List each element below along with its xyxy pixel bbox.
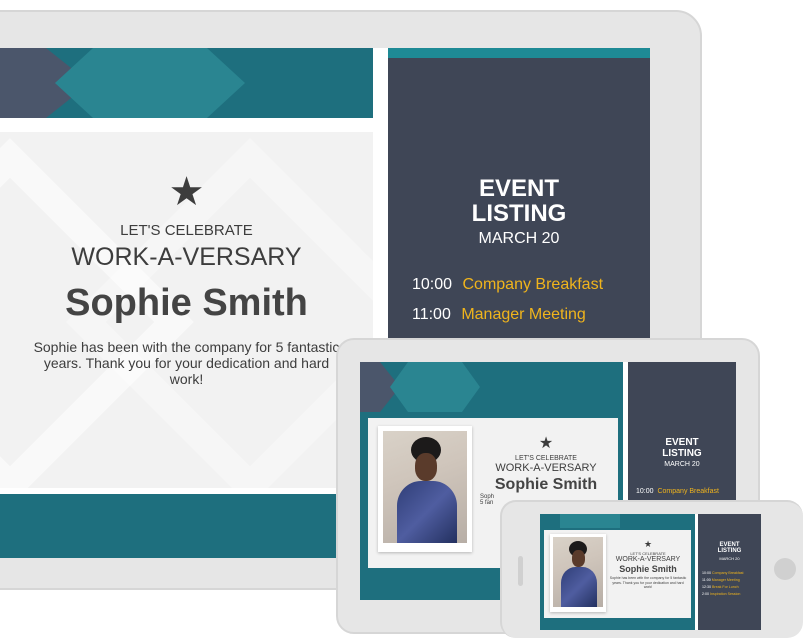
event-name: Break For Lunch [712, 584, 739, 589]
tablet-honoree-name: Sophie Smith [494, 476, 598, 493]
phone-event-list: 10:00 Company Breakfast 11:00 Manager Me… [702, 571, 761, 596]
tablet-kicker: LET'S CELEBRATE [515, 455, 577, 462]
honoree-photo [383, 431, 467, 543]
phone-honoree-name: Sophie Smith [619, 564, 677, 574]
phone-honoree-photo [553, 537, 603, 607]
phone-photo-frame [550, 534, 606, 612]
phone-home-button[interactable] [774, 558, 796, 580]
event-title-line1: EVENT [478, 175, 559, 202]
photo-face [415, 453, 437, 481]
event-name: Company Breakfast [462, 276, 604, 294]
photo-face [572, 550, 585, 567]
tablet-event-date: MARCH 20 [664, 461, 700, 468]
sidebar-accent-stripe [388, 48, 650, 58]
event-name: Manager Meeting [461, 306, 586, 324]
event-list: 10:00 Company Breakfast 11:00 Manager Me… [412, 276, 650, 324]
tablet-headline: WORK-A-VERSARY [495, 462, 597, 474]
celebrate-kicker: LET'S CELEBRATE [120, 222, 253, 239]
event-time: 10:00 [412, 276, 453, 294]
star-icon: ★ [643, 539, 653, 549]
photo-body [397, 481, 457, 543]
phone-headline: WORK-A-VERSARY [615, 556, 681, 563]
celebration-content: ★ LET'S CELEBRATE WORK-A-VERSARY Sophie … [20, 170, 353, 387]
phone-celebration-content: ★ LET'S CELEBRATE WORK-A-VERSARY Sophie … [608, 540, 688, 590]
tablet-event-title-line1: EVENT [665, 437, 699, 448]
tablet-event-item: 10:00 Company Breakfast [636, 488, 736, 495]
celebration-message: Sophie has been with the company for 5 f… [33, 339, 340, 387]
event-time: 11:00 [702, 577, 711, 582]
honoree-name: Sophie Smith [65, 282, 308, 324]
phone-event-item: 10:00 Company Breakfast [702, 571, 761, 575]
tablet-event-title-line2: LISTING [662, 447, 702, 459]
tablet-banner-shape-mid [390, 362, 480, 412]
phone-banner-shape [560, 514, 620, 528]
event-time: 12:30 [702, 584, 711, 589]
phone-speaker [518, 556, 523, 586]
photo-body [561, 567, 597, 607]
event-name: Manager Meeting [711, 577, 740, 582]
tablet-event-title: EVENT LISTING [628, 437, 736, 459]
phone-event-item: 11:00 Manager Meeting [702, 578, 761, 582]
workaversary-headline: WORK-A-VERSARY [71, 243, 302, 271]
event-time: 10:00 [702, 570, 711, 575]
phone-event-item: 12:30 Break For Lunch [702, 585, 761, 589]
phone-message: Sophie has been with the company for 5 f… [609, 576, 687, 589]
phone-device-screen: ★ LET'S CELEBRATE WORK-A-VERSARY Sophie … [540, 514, 761, 630]
star-icon: ★ [538, 435, 554, 452]
phone-event-sidebar: EVENT LISTING MARCH 20 10:00 Company Bre… [698, 514, 761, 630]
event-time: 10:00 [636, 488, 654, 495]
event-time: 11:00 [412, 306, 451, 324]
phone-event-date: MARCH 20 [719, 555, 740, 561]
event-name: Inspiration Session [710, 591, 741, 596]
phone-event-title-line2: LISTING [717, 548, 742, 555]
event-name: Company Breakfast [657, 488, 719, 495]
device-showcase: ★ LET'S CELEBRATE WORK-A-VERSARY Sophie … [0, 0, 803, 638]
phone-event-title: EVENT LISTING [698, 542, 761, 555]
banner-shape-mid [55, 48, 245, 118]
star-icon: ★ [168, 170, 205, 214]
event-title-line2: LISTING [471, 200, 567, 228]
event-name: Company Breakfast [712, 570, 744, 575]
event-item: 11:00 Manager Meeting [412, 306, 650, 324]
phone-event-item: 2:00 Inspiration Session [702, 592, 761, 596]
event-title: EVENT LISTING [388, 175, 650, 228]
event-time: 2:00 [702, 591, 709, 596]
bottom-banner [0, 494, 373, 558]
event-date: MARCH 20 [478, 230, 560, 248]
tablet-photo-frame [378, 426, 472, 552]
tablet-celebration-content: ★ LET'S CELEBRATE WORK-A-VERSARY Sophie … [478, 435, 614, 507]
event-item: 10:00 Company Breakfast [412, 276, 650, 294]
